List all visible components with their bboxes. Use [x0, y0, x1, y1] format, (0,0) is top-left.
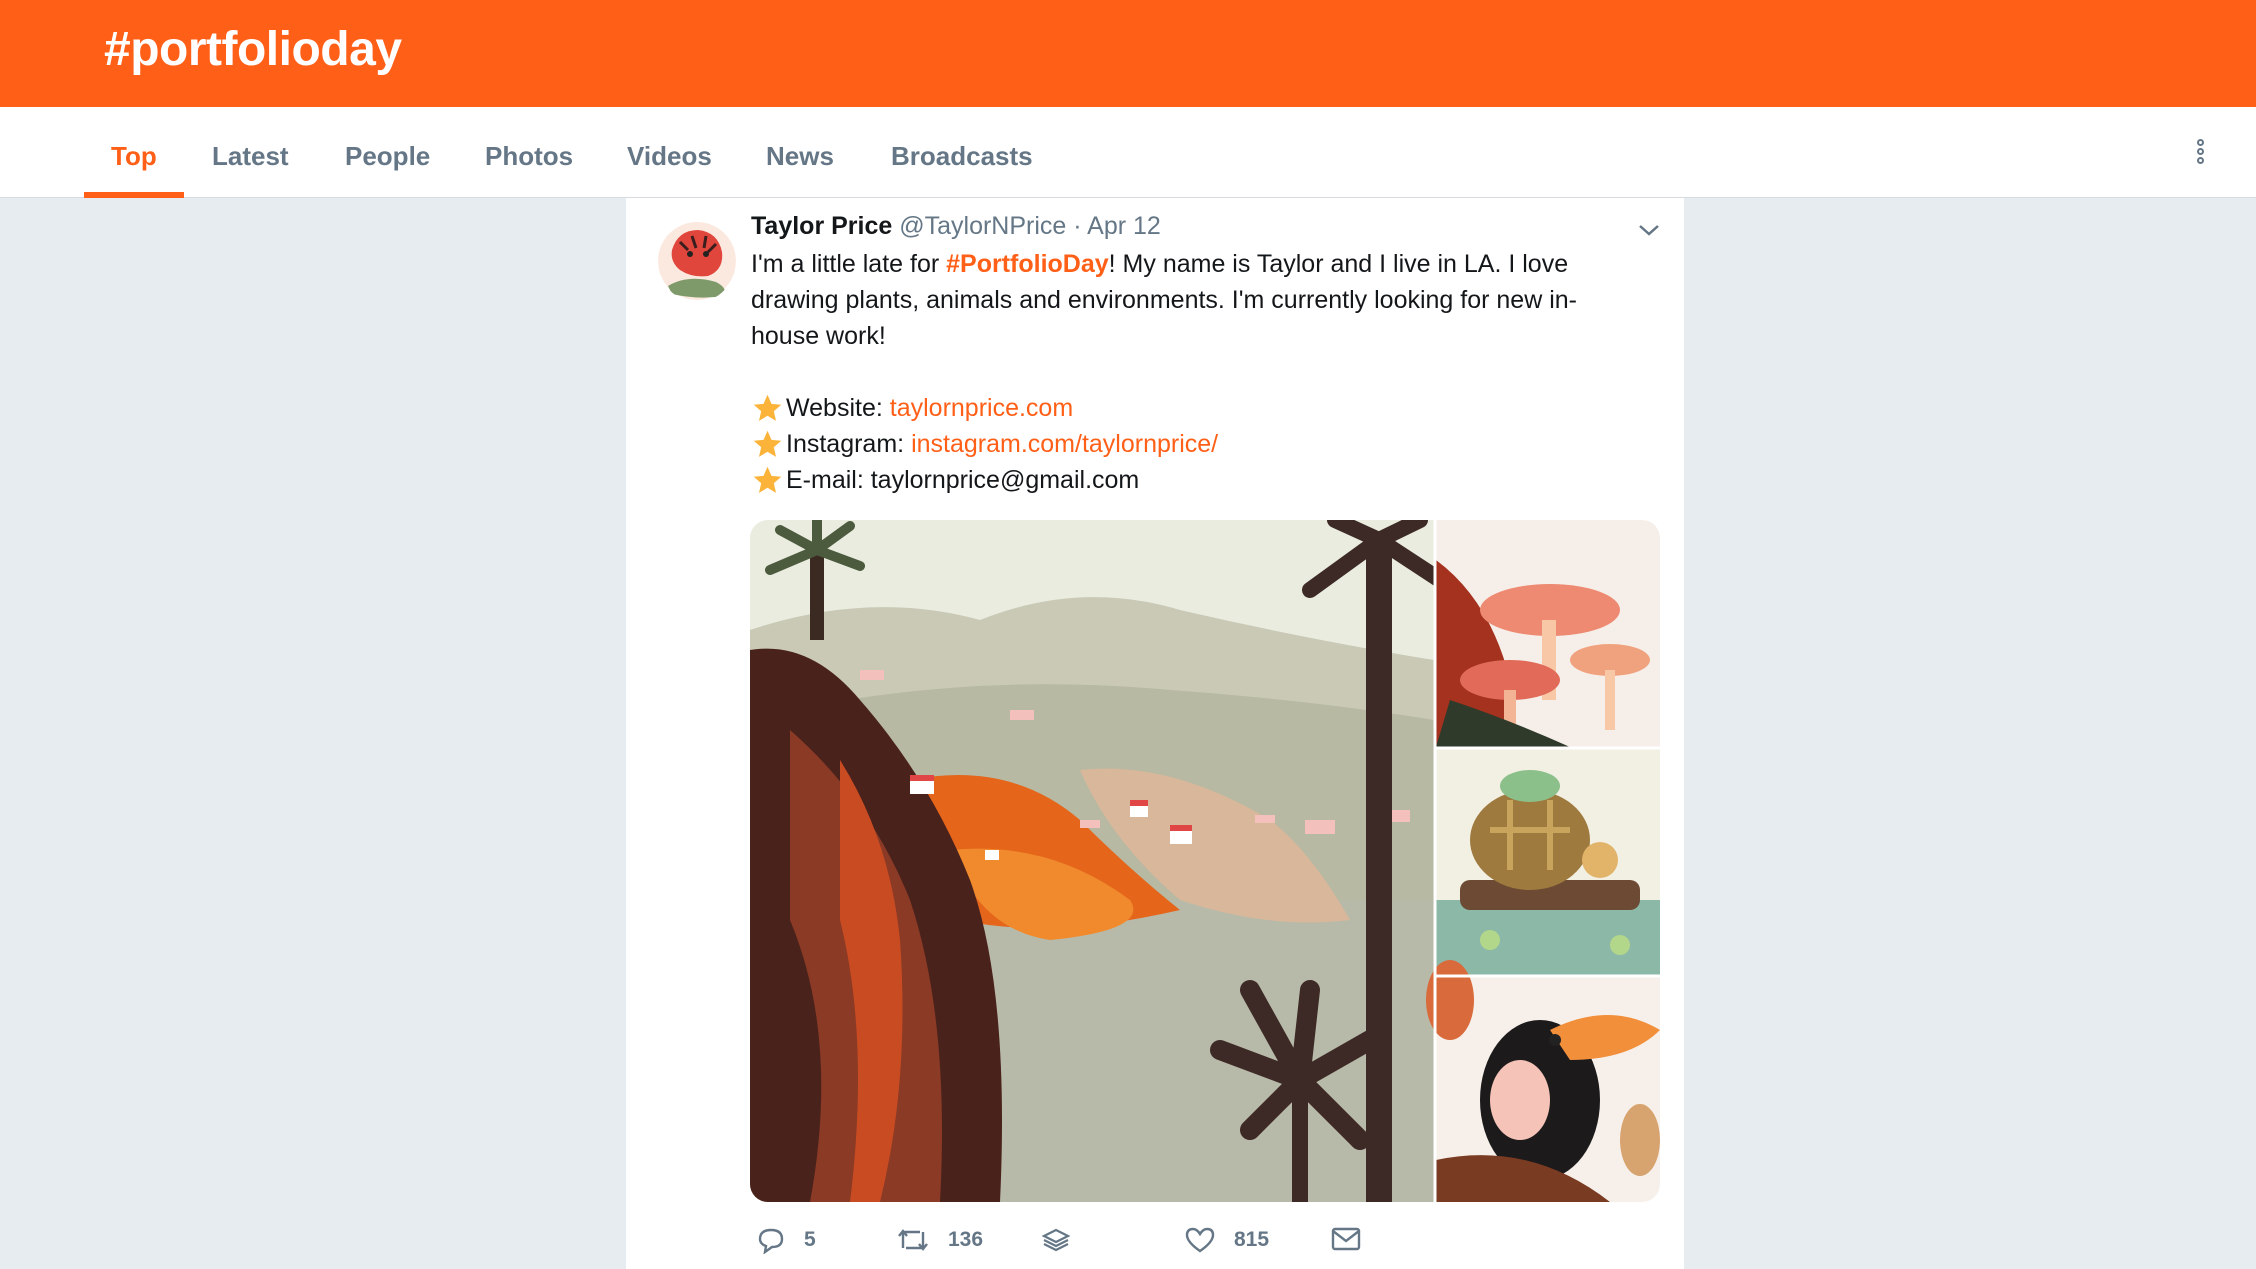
search-tabs: Top Latest People Photos Videos News Bro… [0, 107, 2256, 198]
retweet-count: 136 [948, 1228, 984, 1251]
tab-latest[interactable]: Latest [212, 141, 289, 172]
reply-icon [758, 1228, 784, 1254]
tweet-date[interactable]: Apr 12 [1087, 212, 1161, 240]
instagram-label: Instagram: [786, 430, 905, 458]
instagram-line: Instagram: instagram.com/taylornprice/ [751, 426, 1631, 462]
heart-icon [1185, 1227, 1215, 1253]
instagram-link[interactable]: instagram.com/taylornprice/ [911, 426, 1218, 462]
star-icon [753, 466, 782, 493]
page-header: #portfolioday [0, 0, 2256, 107]
date-separator: · [1066, 212, 1088, 240]
stack-icon [1041, 1228, 1071, 1252]
tweet-text-pre: I'm a little late for [751, 250, 947, 278]
more-vertical-icon[interactable] [2190, 137, 2210, 167]
media-photo-landscape[interactable] [750, 520, 1448, 1202]
tweet-header: Taylor Price @TaylorNPrice · Apr 12 [751, 212, 1161, 241]
star-icon [753, 430, 782, 457]
stack-button[interactable] [1041, 1226, 1089, 1254]
hashtag-link[interactable]: #PortfolioDay [946, 250, 1109, 278]
reply-count: 5 [804, 1228, 816, 1251]
media-photo-turtle[interactable] [1436, 749, 1660, 975]
tab-people[interactable]: People [345, 141, 430, 172]
tweet-media-grid [750, 520, 1660, 1202]
like-count: 815 [1234, 1228, 1270, 1251]
page-title: #portfolioday [104, 23, 402, 76]
star-icon [753, 394, 782, 421]
website-line: Website: taylornprice.com [751, 390, 1631, 426]
reply-button[interactable]: 5 [756, 1226, 816, 1254]
website-label: Website: [786, 394, 883, 422]
chevron-down-icon[interactable] [1634, 220, 1664, 240]
envelope-icon [1331, 1227, 1361, 1251]
retweet-icon [898, 1229, 928, 1251]
tweet-actions: 5 136 815 [756, 1226, 1656, 1266]
tab-broadcasts[interactable]: Broadcasts [891, 141, 1033, 172]
media-photo-mushrooms[interactable] [1436, 520, 1660, 747]
direct-message-button[interactable] [1330, 1226, 1380, 1252]
email-line: E-mail: taylornprice@gmail.com [751, 462, 1631, 498]
author-handle[interactable]: @TaylorNPrice [899, 212, 1066, 240]
tab-top[interactable]: Top [111, 141, 157, 172]
media-photo-toucan[interactable] [1426, 960, 1660, 1202]
tab-videos[interactable]: Videos [627, 141, 712, 172]
tab-photos[interactable]: Photos [485, 141, 573, 172]
avatar[interactable] [658, 220, 736, 302]
tweet[interactable]: Taylor Price @TaylorNPrice · Apr 12 I'm … [626, 198, 1684, 1269]
website-link[interactable]: taylornprice.com [890, 390, 1073, 426]
tweet-paragraph: I'm a little late for #PortfolioDay! My … [751, 246, 1631, 354]
like-button[interactable]: 815 [1184, 1226, 1269, 1254]
tab-news[interactable]: News [766, 141, 834, 172]
author-name[interactable]: Taylor Price [751, 212, 892, 240]
active-tab-indicator [84, 192, 184, 198]
retweet-button[interactable]: 136 [896, 1226, 983, 1254]
tweet-text: I'm a little late for #PortfolioDay! My … [751, 246, 1631, 498]
email-text: E-mail: taylornprice@gmail.com [786, 466, 1140, 494]
